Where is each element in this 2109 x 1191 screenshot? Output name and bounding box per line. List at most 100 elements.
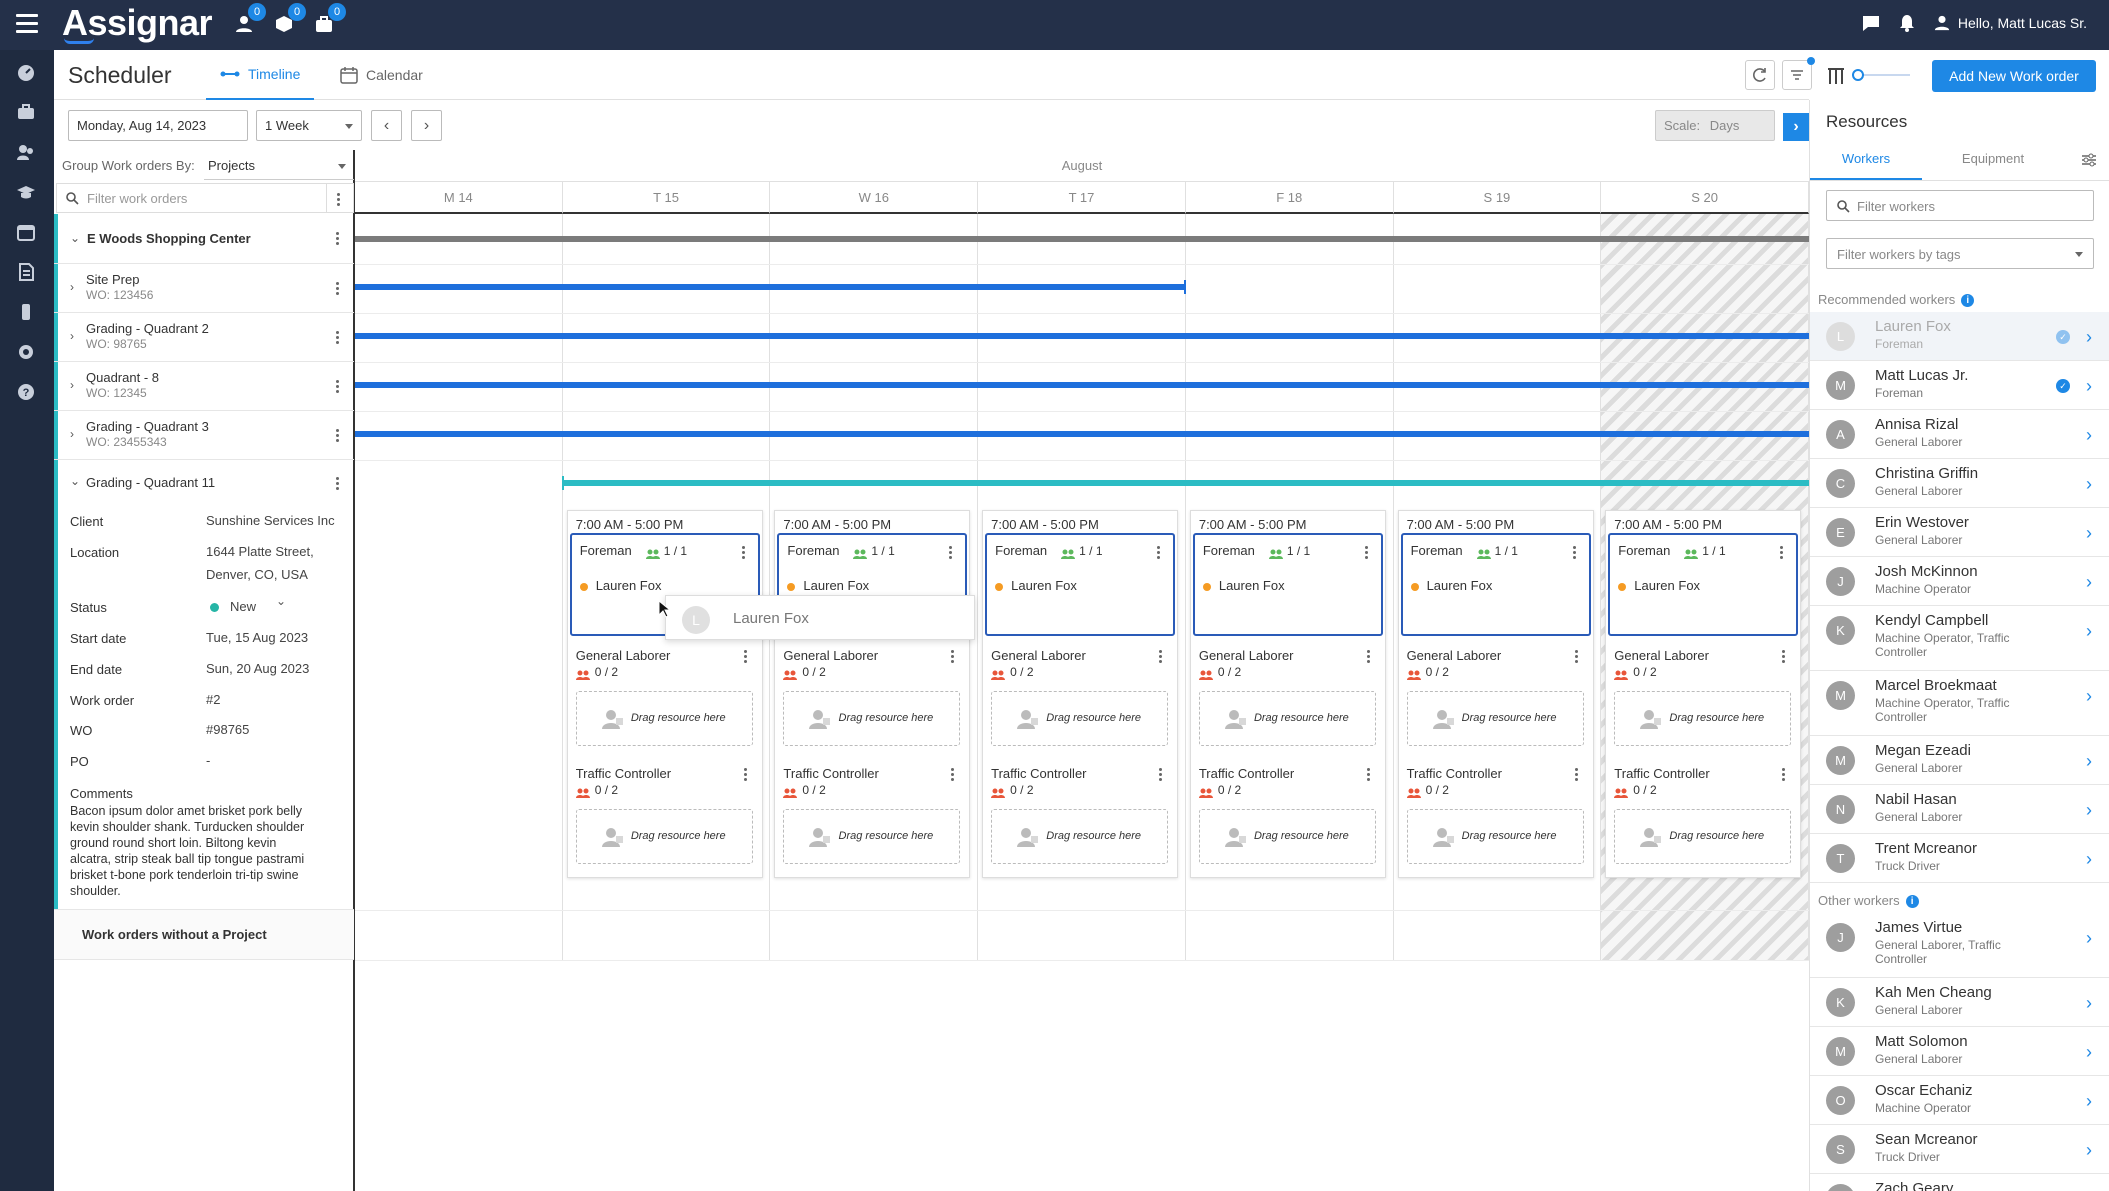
chevron-right-icon[interactable]: › [2086,523,2092,544]
worker-item[interactable]: N Nabil Hasan General Laborer › [1810,785,2109,834]
more-options-icon[interactable] [336,477,340,492]
assigned-worker[interactable]: Lauren Fox [1219,578,1285,593]
shift-card[interactable]: 7:00 AM - 5:00 PM Foreman 1 / 1 Lauren Fox G… [982,510,1179,878]
chevron-right-icon[interactable]: › [2086,751,2092,772]
worker-item[interactable]: S Sean Mcreanor Truck Driver › [1810,1125,2109,1174]
user-icon[interactable] [1934,15,1950,31]
users-icon[interactable] [16,142,36,162]
more-options-icon[interactable] [336,380,340,395]
drop-zone[interactable]: Drag resource here [1198,809,1376,864]
bar-start-handle[interactable] [562,476,564,490]
more-options-icon[interactable] [1574,768,1579,783]
work-order-row[interactable]: › Quadrant - 8 WO: 12345 [54,362,354,411]
chevron-right-icon[interactable]: › [2086,376,2092,397]
more-options-icon[interactable] [336,331,340,346]
drop-zone[interactable]: Drag resource here [783,691,961,746]
drop-zone[interactable]: Drag resource here [575,691,753,746]
worker-item[interactable]: J James Virtue General Laborer, Traffic Co… [1810,913,2109,978]
worker-item[interactable]: ZZach Geary› [1810,1174,2109,1191]
work-order-bar[interactable] [355,333,1809,339]
chevron-down-icon[interactable]: ⌄ [70,474,80,488]
foreman-slot[interactable]: Foreman 1 / 1 Lauren Fox [985,533,1176,636]
chevron-right-icon[interactable]: › [2086,621,2092,642]
project-row[interactable]: ⌄ E Woods Shopping Center [54,214,354,264]
more-options-icon[interactable] [1157,546,1161,561]
work-order-row[interactable]: › Grading - Quadrant 2 WO: 98765 [54,313,354,362]
work-order-row[interactable]: › Grading - Quadrant 3 WO: 23455343 [54,411,354,460]
range-select[interactable]: 1 Week [256,110,362,141]
user-greeting[interactable]: Hello, Matt Lucas Sr. [1958,15,2087,31]
more-options-icon[interactable] [1780,546,1784,561]
bell-icon[interactable] [1898,14,1916,32]
chevron-right-icon[interactable]: › [70,329,74,343]
work-order-name[interactable]: Grading - Quadrant 11 [86,475,215,490]
assigned-worker[interactable]: Lauren Fox [803,578,869,593]
bar-end-handle[interactable] [1184,280,1186,294]
filter-button[interactable] [1782,57,1815,90]
shift-card[interactable]: 7:00 AM - 5:00 PM Foreman 1 / 1 Lauren Fox G… [1397,510,1594,878]
drop-zone[interactable]: Drag resource here [1406,809,1584,864]
menu-icon[interactable] [16,14,38,34]
worker-item[interactable]: K Kah Men Cheang General Laborer › [1810,978,2109,1027]
more-options-icon[interactable] [336,429,340,444]
zoom-slider[interactable] [1852,69,1910,81]
worker-item[interactable]: M Matt Solomon General Laborer › [1810,1027,2109,1076]
filter-work-orders-input[interactable]: Filter work orders [56,183,354,213]
project-bar[interactable] [355,236,1809,242]
chevron-right-icon[interactable]: › [2086,1091,2092,1112]
more-options-icon[interactable] [951,650,955,665]
chevron-right-icon[interactable]: › [70,427,74,441]
worker-item[interactable]: J Josh McKinnon Machine Operator › [1810,557,2109,606]
settings-sliders-icon[interactable] [2081,152,2097,168]
chevron-right-icon[interactable]: › [2086,474,2092,495]
more-options-icon[interactable] [1572,546,1577,561]
worker-item[interactable]: M Megan Ezeadi General Laborer › [1810,736,2109,785]
chevron-right-icon[interactable]: › [2086,800,2092,821]
worker-item[interactable]: C Christina Griffin General Laborer › [1810,459,2109,508]
more-options-icon[interactable] [337,193,341,208]
work-order-row[interactable]: › Site Prep WO: 123456 [54,264,354,313]
assigned-worker[interactable]: Lauren Fox [596,578,662,593]
user-add-icon[interactable]: 0 [235,3,266,33]
work-order-bar[interactable] [355,382,1809,388]
worker-item[interactable]: O Oscar Echaniz Machine Operator › [1810,1076,2109,1125]
work-order-bar[interactable] [563,480,1809,486]
more-options-icon[interactable] [1366,768,1371,783]
foreman-slot[interactable]: Foreman 1 / 1 Lauren Fox [1400,533,1591,636]
worker-item[interactable]: M Marcel Broekmaat Machine Operator, Traff… [1810,671,2109,736]
tab-workers[interactable]: Workers [1810,140,1922,180]
chevron-right-icon[interactable]: › [2086,425,2092,446]
assigned-worker[interactable]: Lauren Fox [1011,578,1077,593]
no-project-row[interactable]: Work orders without a Project [54,910,354,960]
more-options-icon[interactable] [741,546,746,561]
drop-zone[interactable]: Drag resource here [1614,809,1792,864]
foreman-slot[interactable]: Foreman 1 / 1 Lauren Fox [1608,533,1799,636]
filter-tags-select[interactable]: Filter workers by tags [1826,238,2094,269]
calendar-icon[interactable] [16,222,36,242]
shift-card[interactable]: 7:00 AM - 5:00 PM Foreman 1 / 1 Lauren Fox G… [1605,510,1802,878]
more-options-icon[interactable] [951,768,955,783]
date-picker[interactable]: Monday, Aug 14, 2023 [68,110,248,141]
more-options-icon[interactable] [949,546,953,561]
worker-item[interactable]: M Matt Lucas Jr. Foreman ✓ › [1810,361,2109,410]
filter-workers-input[interactable]: Filter workers [1826,190,2094,221]
chevron-right-icon[interactable]: › [2086,928,2092,949]
settings-icon[interactable] [16,342,36,362]
worker-item[interactable]: L Lauren Fox Foreman ✓ › [1810,312,2109,361]
chevron-right-icon[interactable]: › [2086,1140,2092,1161]
more-options-icon[interactable] [1574,650,1579,665]
chevron-right-icon[interactable]: › [70,280,74,294]
more-options-icon[interactable] [743,768,748,783]
chevron-right-icon[interactable]: › [70,378,74,392]
shift-card[interactable]: 7:00 AM - 5:00 PM Foreman 1 / 1 Lauren Fox G… [774,510,971,878]
info-icon[interactable]: i [1961,294,1975,307]
chevron-down-icon[interactable]: ⌄ [276,594,286,608]
assigned-worker[interactable]: Lauren Fox [1634,578,1700,593]
drop-zone[interactable]: Drag resource here [575,809,753,864]
box-icon[interactable]: 0 [275,3,306,33]
scale-select[interactable]: Scale: Days [1655,110,1775,141]
prev-button[interactable]: ‹ [371,110,402,141]
more-options-icon[interactable] [743,650,748,665]
drop-zone[interactable]: Drag resource here [1614,691,1792,746]
worker-item[interactable]: A Annisa Rizal General Laborer › [1810,410,2109,459]
